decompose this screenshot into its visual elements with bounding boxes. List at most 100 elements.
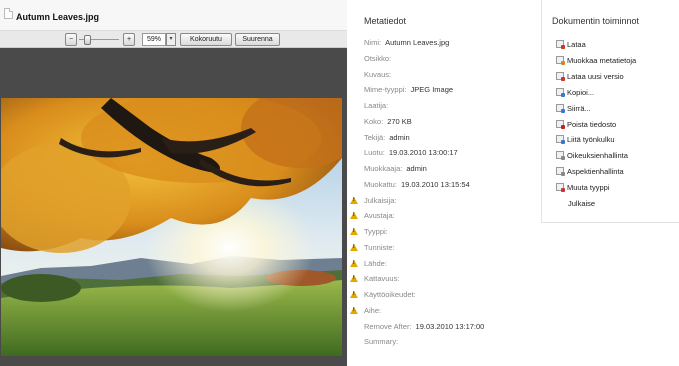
metadata-label: Kattavuus: [364, 274, 400, 284]
action-download[interactable]: Lataa [556, 40, 586, 49]
action-upload-version[interactable]: Lataa uusi versio [556, 71, 624, 81]
warning-icon [350, 259, 358, 267]
action-publish[interactable]: Julkaise [568, 199, 595, 208]
permissions-icon [556, 151, 565, 161]
warning-icon [350, 228, 358, 235]
zoom-out-button[interactable]: − [65, 33, 77, 46]
metadata-label: Mime-tyyppi: [364, 85, 407, 95]
metadata-label: Tunniste: [364, 242, 395, 252]
fit-to-window-button[interactable]: Kokoruutu [180, 33, 232, 46]
document-title: Autumn Leaves.jpg [16, 12, 100, 22]
metadata-label: Otsikko: [364, 53, 392, 63]
preview-toolbar: − + 59% ▾ Kokoruutu Suurenna [0, 31, 347, 48]
metadata-row: Tekijä: admin [364, 133, 410, 142]
metadata-value: Autumn Leaves.jpg [385, 38, 450, 47]
metadata-row: Aihe: [364, 306, 381, 315]
metadata-label: Koko: [364, 116, 384, 126]
action-delete[interactable]: Poista tiedosto [556, 119, 617, 129]
metadata-row: Tunniste: [364, 243, 395, 252]
metadata-label: Kuvaus: [364, 69, 392, 79]
warning-icon [350, 243, 358, 251]
warning-icon [350, 291, 358, 298]
metadata-row: Luotu: 19.03.2010 13:00:17 [364, 148, 458, 157]
metadata-row: Mime-tyyppi: JPEG Image [364, 85, 453, 94]
action-edit-metadata[interactable]: Muokkaa metatietoja [556, 55, 637, 65]
action-label: Muokkaa metatietoja [567, 55, 637, 65]
zoom-slider-handle[interactable] [84, 35, 91, 45]
metadata-row: Otsikko: [364, 54, 391, 63]
metadata-label: Muokkaaja: [364, 164, 403, 173]
metadata-row: Remove After: 19.03.2010 13:17:00 [364, 322, 484, 331]
metadata-row: Koko: 270 KB [364, 117, 412, 126]
metadata-row: Kuvaus: [364, 70, 391, 79]
metadata-row: Julkaisija: [364, 196, 397, 205]
action-label: Lataa uusi versio [567, 71, 624, 81]
action-label: Siirrä... [567, 103, 591, 113]
metadata-label: Aihe: [364, 305, 382, 315]
action-workflow[interactable]: Liitä työnkulku [556, 135, 615, 145]
document-icon [4, 8, 13, 19]
metadata-label: Tekijä: [364, 132, 386, 142]
metadata-label: Summary: [364, 337, 399, 347]
metadata-row: Laatija: [364, 101, 388, 110]
action-label: Oikeuksienhallinta [567, 151, 628, 161]
metadata-row: Tyyppi: [364, 227, 388, 236]
metadata-heading: Metatiedot [364, 16, 407, 26]
move-icon [556, 103, 565, 113]
metadata-label: Julkaisija: [364, 195, 397, 205]
metadata-value: admin [406, 164, 427, 173]
warning-icon [350, 212, 358, 220]
action-label: Julkaise [568, 199, 596, 208]
autumn-tree-photo [1, 98, 342, 356]
document-actions-heading: Dokumentin toiminnot [552, 16, 640, 26]
action-copy[interactable]: Kopioi... [556, 87, 595, 97]
metadata-label: Muokattu: [364, 179, 397, 189]
metadata-row: Kattavuus: [364, 274, 399, 283]
warning-icon [350, 306, 358, 314]
metadata-row: Käyttöoikeudet: [364, 290, 416, 299]
metadata-value: 270 KB [387, 116, 412, 126]
metadata-row: Muokkaaja: admin [364, 164, 427, 173]
metadata-value: JPEG Image [410, 85, 454, 95]
metadata-label: Käyttöoikeudet: [364, 290, 416, 299]
warning-icon [350, 275, 358, 283]
zoom-percent-field[interactable]: 59% [142, 33, 166, 46]
metadata-label: Remove After: [364, 321, 412, 331]
metadata-label: Luotu: [364, 148, 385, 158]
metadata-row: Muokattu: 19.03.2010 13:15:54 [364, 180, 470, 189]
zoom-in-button[interactable]: + [123, 33, 135, 46]
metadata-label: Laatija: [364, 101, 389, 110]
zoom-dropdown-button[interactable]: ▾ [166, 33, 176, 46]
workflow-icon [556, 135, 565, 145]
action-label: Muuta tyyppi [567, 183, 610, 193]
action-label: Poista tiedosto [567, 119, 617, 129]
action-label: Liitä työnkulku [567, 135, 615, 145]
change-type-icon [556, 183, 565, 193]
enlarge-button[interactable]: Suurenna [235, 33, 280, 46]
delete-icon [556, 119, 565, 129]
action-label: Kopioi... [567, 87, 595, 97]
action-label: Aspektienhallinta [567, 167, 624, 177]
metadata-value: 19.03.2010 13:17:00 [415, 321, 485, 331]
copy-icon [556, 87, 565, 97]
metadata-value: 19.03.2010 13:00:17 [388, 148, 458, 158]
preview-header: Autumn Leaves.jpg [0, 0, 347, 31]
metadata-label: Lähde: [364, 258, 387, 268]
metadata-row: Summary: [364, 337, 398, 346]
action-label: Lataa [567, 40, 586, 49]
action-aspects[interactable]: Aspektienhallinta [556, 167, 624, 177]
metadata-value: admin [389, 132, 410, 142]
action-permissions[interactable]: Oikeuksienhallinta [556, 151, 628, 161]
edit-metadata-icon [556, 55, 565, 65]
metadata-label: Avustaja: [364, 211, 395, 221]
metadata-label: Nimi: [364, 38, 382, 47]
aspects-icon [556, 167, 565, 177]
preview-image [1, 98, 342, 356]
metadata-value: 19.03.2010 13:15:54 [400, 179, 470, 189]
metadata-row: Avustaja: [364, 211, 395, 220]
metadata-row: Lähde: [364, 259, 387, 268]
metadata-label: Tyyppi: [364, 227, 388, 236]
action-change-type[interactable]: Muuta tyyppi [556, 183, 610, 193]
action-move[interactable]: Siirrä... [556, 103, 591, 113]
metadata-row: Nimi: Autumn Leaves.jpg [364, 38, 449, 47]
